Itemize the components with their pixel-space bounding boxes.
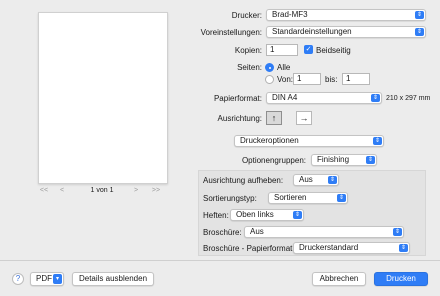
- staple-label: Heften:: [203, 211, 229, 220]
- section-value: Druckeroptionen: [240, 136, 299, 145]
- pages-all-radio[interactable]: [265, 63, 274, 72]
- sort-value: Sortieren: [274, 193, 307, 202]
- chevron-updown-icon: ⇕: [415, 11, 424, 19]
- orientation-label: Ausrichtung:: [217, 114, 262, 123]
- presets-label: Voreinstellungen:: [200, 28, 262, 37]
- pages-to-field[interactable]: 1: [342, 73, 370, 85]
- copies-label: Kopien:: [234, 46, 262, 55]
- option-groups-select[interactable]: Finishing ⇕: [311, 154, 377, 166]
- presets-value: Standardeinstellungen: [272, 27, 352, 36]
- paper-size-value: DIN A4: [272, 93, 298, 102]
- landscape-person-icon: →: [299, 113, 309, 123]
- chevron-updown-icon: ⇕: [337, 194, 346, 202]
- pdf-label: PDF: [36, 274, 52, 283]
- pages-range-radio[interactable]: [265, 75, 274, 84]
- portrait-button[interactable]: ↑: [266, 111, 282, 125]
- last-page-button[interactable]: >>: [148, 186, 164, 196]
- pages-all-label: Alle: [277, 63, 291, 72]
- checkmark-icon: ✓: [305, 46, 312, 53]
- prev-page-button[interactable]: <: [54, 186, 70, 196]
- staple-select[interactable]: Oben links ⇕: [230, 209, 304, 221]
- help-icon: ?: [15, 274, 21, 283]
- next-page-button[interactable]: >: [128, 186, 144, 196]
- hide-details-button[interactable]: Details ausblenden: [72, 272, 154, 286]
- sort-label: Sortierungstyp:: [203, 194, 257, 203]
- chevron-updown-icon: ⇕: [373, 137, 382, 145]
- pages-to-label: bis:: [325, 75, 338, 84]
- chevron-updown-icon: ⇕: [293, 211, 302, 219]
- paper-size-label: Papierformat:: [213, 94, 262, 103]
- chevron-updown-icon: ⇕: [415, 28, 424, 36]
- staple-value: Oben links: [236, 210, 274, 219]
- paper-size-select[interactable]: DIN A4 ⇕: [266, 92, 382, 104]
- booklet-value: Aus: [250, 227, 264, 236]
- portrait-person-icon: ↑: [271, 113, 277, 123]
- presets-select[interactable]: Standardeinstellungen ⇕: [266, 26, 426, 38]
- sort-select[interactable]: Sortieren ⇕: [268, 192, 348, 204]
- booklet-paper-value: Druckerstandard: [299, 243, 359, 252]
- chevron-down-icon: ▾: [53, 274, 62, 284]
- print-button[interactable]: Drucken: [374, 272, 428, 286]
- printer-select[interactable]: Brad-MF3 ⇕: [266, 9, 426, 21]
- footer-divider: [0, 260, 440, 261]
- first-page-button[interactable]: <<: [36, 186, 52, 196]
- chevron-updown-icon: ⇕: [366, 156, 375, 164]
- duplex-label: Beidseitig: [316, 46, 351, 55]
- pages-from-field[interactable]: 1: [293, 73, 321, 85]
- option-groups-label: Optionengruppen:: [241, 156, 306, 165]
- page-indicator: 1 von 1: [90, 187, 114, 194]
- chevron-updown-icon: ⇕: [371, 94, 380, 102]
- rotate-value: Aus: [299, 175, 313, 184]
- booklet-select[interactable]: Aus ⇕: [244, 226, 404, 238]
- chevron-updown-icon: ⇕: [328, 176, 337, 184]
- duplex-checkbox[interactable]: ✓: [304, 45, 313, 54]
- help-button[interactable]: ?: [12, 273, 24, 285]
- rotate-select[interactable]: Aus ⇕: [293, 174, 339, 186]
- option-groups-value: Finishing: [317, 155, 350, 164]
- chevron-updown-icon: ⇕: [393, 228, 402, 236]
- booklet-paper-label: Broschüre - Papierformat:: [203, 244, 295, 253]
- pages-label: Seiten:: [237, 63, 262, 72]
- pages-from-label: Von:: [277, 75, 294, 84]
- rotate-label: Ausrichtung aufheben:: [203, 176, 284, 185]
- copies-field[interactable]: 1: [266, 44, 298, 56]
- printer-value: Brad-MF3: [272, 10, 308, 19]
- preview-pager: << < 1 von 1 > >>: [36, 186, 170, 196]
- cancel-button[interactable]: Abbrechen: [312, 272, 366, 286]
- printer-label: Drucker:: [231, 11, 262, 20]
- pdf-menu-button[interactable]: PDF ▾: [30, 272, 64, 286]
- paper-dimensions: 210 x 297 mm: [386, 95, 431, 102]
- landscape-button[interactable]: →: [296, 111, 312, 125]
- print-preview-page: [38, 12, 168, 184]
- section-select[interactable]: Druckeroptionen ⇕: [234, 135, 384, 147]
- booklet-label: Broschüre:: [203, 228, 242, 237]
- booklet-paper-select[interactable]: Druckerstandard ⇕: [293, 242, 410, 254]
- chevron-updown-icon: ⇕: [399, 244, 408, 252]
